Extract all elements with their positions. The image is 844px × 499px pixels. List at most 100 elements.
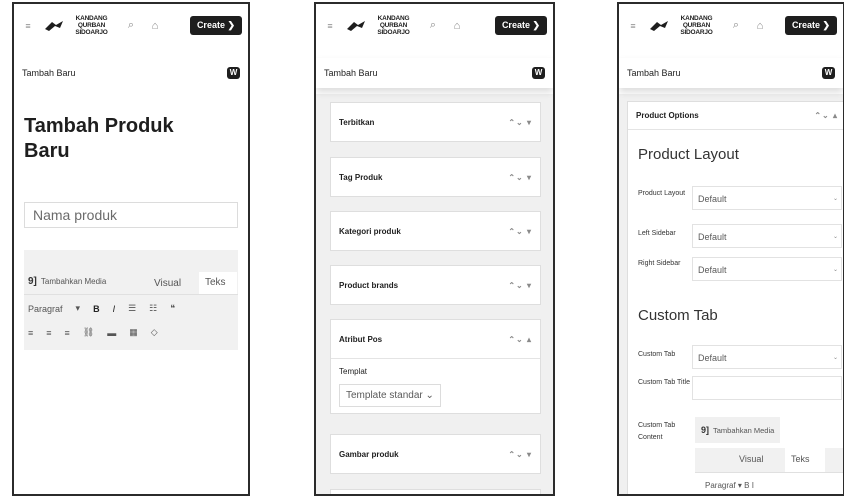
chevron-down-icon: ⌄ — [832, 355, 838, 361]
paragraph-format-select[interactable]: Paragraf — [28, 304, 63, 314]
site-logo[interactable]: KANDANG QURBAN SIDOARJO — [44, 15, 118, 36]
cow-logo-icon — [45, 20, 63, 31]
post-attributes-box-header[interactable]: Atribut Pos ⌃⌄ ▴ — [331, 320, 540, 358]
menu-icon[interactable]: ≡ — [20, 21, 36, 31]
site-logo[interactable]: KANDANG QURBAN SIDOARJO — [649, 15, 723, 36]
next-box — [330, 489, 541, 494]
format-dropdown-icon[interactable]: ▾ — [76, 303, 81, 314]
distraction-free-icon[interactable]: ◇ — [151, 327, 158, 338]
tab-teks[interactable]: Teks — [199, 272, 237, 294]
custom-tab-select[interactable]: Default ⌄ — [692, 345, 842, 369]
box-controls-icon[interactable]: ⌃⌄ ▾ — [508, 118, 532, 127]
custom-tab-title-label: Custom Tab Title — [638, 379, 691, 386]
editor-toolbar: Paragraf ▾ B I — [695, 472, 843, 494]
cow-logo-icon — [347, 20, 365, 31]
product-tags-box: Tag Produk ⌃⌄ ▾ — [330, 157, 541, 197]
box-title: Gambar produk — [339, 449, 399, 459]
create-button[interactable]: Create ❯ — [189, 16, 242, 35]
italic-button[interactable]: I — [113, 304, 116, 314]
product-categories-box: Kategori produk ⌃⌄ ▾ — [330, 211, 541, 251]
admin-topbar: ≡ KANDANG QURBAN SIDOARJO ⌕ ⌂ Create ❯ — [619, 4, 843, 47]
select-value: Default — [698, 265, 727, 275]
template-select[interactable]: Template standar ⌄ — [339, 384, 441, 407]
product-image-box-header[interactable]: Gambar produk ⌃⌄ ▾ — [331, 435, 540, 473]
publish-box-header[interactable]: Terbitkan ⌃⌄ ▾ — [331, 103, 540, 141]
wp-badge-icon[interactable]: W — [227, 67, 240, 79]
align-right-icon[interactable]: ≡ — [65, 328, 70, 338]
subbar-title: Tambah Baru — [627, 68, 681, 78]
box-controls-icon[interactable]: ⌃⌄ ▾ — [508, 450, 532, 459]
product-brands-box-header[interactable]: Product brands ⌃⌄ ▾ — [331, 266, 540, 304]
toolbar-row[interactable]: Paragraf ▾ B I — [705, 481, 754, 490]
blockquote-icon[interactable]: ❝ — [170, 303, 175, 314]
tab-visual[interactable]: Visual — [148, 274, 187, 293]
left-sidebar-select[interactable]: Default ⌄ — [692, 224, 842, 248]
chevron-down-icon: ⌄ — [832, 234, 838, 240]
box-title: Tag Produk — [339, 172, 383, 182]
tab-teks[interactable]: Teks — [785, 448, 825, 472]
toolbar-toggle-icon[interactable]: ▦ — [129, 327, 138, 338]
box-controls-icon[interactable]: ⌃⌄ ▾ — [508, 227, 532, 236]
phone-screen-add-product: ≡ KANDANG QURBAN SIDOARJO ⌕ ⌂ Create ❯ Ta… — [12, 2, 250, 496]
product-image-box: Gambar produk ⌃⌄ ▾ — [330, 434, 541, 474]
search-icon[interactable]: ⌕ — [725, 19, 747, 32]
box-controls-icon[interactable]: ⌃⌄ ▾ — [508, 281, 532, 290]
admin-topbar: ≡ KANDANG QURBAN SIDOARJO ⌕ ⌂ Create ❯ — [316, 4, 553, 47]
logo-line1: KANDANG QURBAN — [377, 15, 410, 29]
search-icon[interactable]: ⌕ — [422, 19, 444, 32]
admin-topbar: ≡ KANDANG QURBAN SIDOARJO ⌕ ⌂ Create ❯ — [14, 4, 248, 47]
numbered-list-icon[interactable]: ☷ — [149, 303, 157, 314]
custom-tab-title-input[interactable] — [692, 376, 842, 400]
subbar-title: Tambah Baru — [22, 68, 76, 78]
box-controls-icon[interactable]: ⌃⌄ ▴ — [814, 111, 838, 120]
wp-badge-icon[interactable]: W — [532, 67, 545, 79]
media-icon: 9] — [28, 276, 37, 287]
logo-line2: SIDOARJO — [377, 29, 410, 36]
box-title: Atribut Pos — [339, 334, 383, 344]
menu-icon[interactable]: ≡ — [625, 21, 641, 31]
create-button[interactable]: Create ❯ — [494, 16, 547, 35]
box-title: Product brands — [339, 280, 399, 290]
right-sidebar-select[interactable]: Default ⌄ — [692, 257, 842, 281]
page-subbar: Tambah Baru W — [14, 58, 248, 88]
product-tags-box-header[interactable]: Tag Produk ⌃⌄ ▾ — [331, 158, 540, 196]
add-media-button[interactable]: 9] Tambahkan Media — [28, 276, 106, 287]
align-center-icon[interactable]: ≡ — [46, 328, 51, 338]
bullet-list-icon[interactable]: ☰ — [128, 303, 136, 314]
product-layout-label: Product Layout — [638, 190, 686, 197]
link-icon[interactable]: ⛓ — [83, 327, 94, 338]
product-layout-select[interactable]: Default ⌄ — [692, 186, 842, 210]
align-left-icon[interactable]: ≡ — [28, 328, 33, 338]
menu-icon[interactable]: ≡ — [322, 21, 338, 31]
cow-logo-icon — [650, 20, 668, 31]
wp-badge-icon[interactable]: W — [822, 67, 835, 79]
editor-toolbar: Paragraf ▾ B I ☰ ☷ ❝ ≡ ≡ ≡ ⛓ ▬ ▦ ◇ — [24, 294, 238, 350]
media-icon: 9] — [701, 425, 710, 435]
post-attributes-box: Atribut Pos ⌃⌄ ▴ Templat Template standar… — [330, 319, 541, 414]
site-logo[interactable]: KANDANG QURBAN SIDOARJO — [346, 15, 420, 36]
home-icon[interactable]: ⌂ — [446, 20, 468, 32]
select-value: Default — [698, 232, 727, 242]
add-media-label: Tambahkan Media — [713, 425, 775, 435]
right-sidebar-label: Right Sidebar — [638, 260, 681, 267]
tab-visual[interactable]: Visual — [739, 454, 763, 464]
search-icon[interactable]: ⌕ — [120, 19, 142, 32]
section-product-layout: Product Layout — [638, 146, 739, 163]
chevron-down-icon: ⌄ — [832, 267, 838, 273]
box-controls-icon[interactable]: ⌃⌄ ▴ — [508, 335, 532, 344]
read-more-icon[interactable]: ▬ — [107, 328, 116, 338]
product-name-input[interactable]: Nama produk — [24, 202, 238, 228]
product-categories-box-header[interactable]: Kategori produk ⌃⌄ ▾ — [331, 212, 540, 250]
product-options-box: Product Options ⌃⌄ ▴ Product Layout Produ… — [627, 101, 843, 494]
select-value: Default — [698, 194, 727, 204]
product-brands-box: Product brands ⌃⌄ ▾ — [330, 265, 541, 305]
create-button[interactable]: Create ❯ — [784, 16, 837, 35]
home-icon[interactable]: ⌂ — [144, 20, 166, 32]
logo-line2: SIDOARJO — [75, 29, 108, 36]
product-options-header[interactable]: Product Options ⌃⌄ ▴ — [628, 102, 843, 130]
bold-button[interactable]: B — [93, 304, 100, 314]
add-media-button[interactable]: 9] Tambahkan Media — [695, 417, 781, 443]
box-controls-icon[interactable]: ⌃⌄ ▾ — [508, 173, 532, 182]
home-icon[interactable]: ⌂ — [749, 20, 771, 32]
content-editor: 9] Tambahkan Media Visual Teks Paragraf ▾… — [24, 250, 238, 350]
